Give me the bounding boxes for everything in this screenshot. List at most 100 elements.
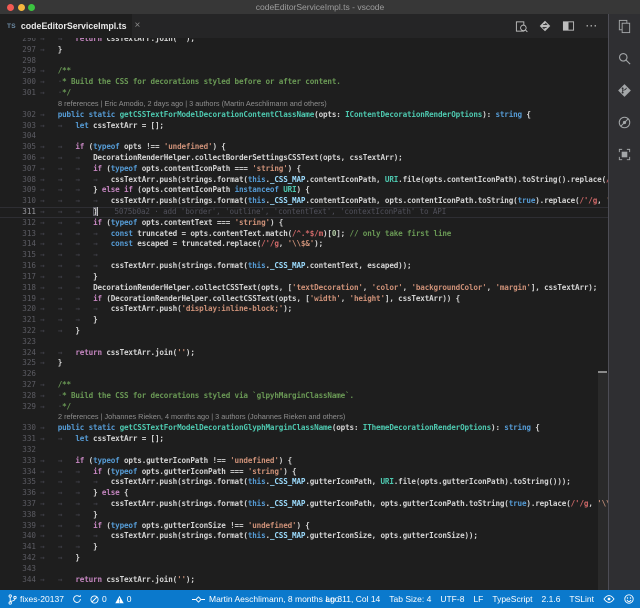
code-token: 'string' — [235, 218, 270, 227]
tab-whitespace-arrow: → — [40, 261, 58, 272]
tab-size[interactable]: Tab Size: 4 — [389, 594, 431, 604]
code-token: } — [93, 315, 97, 324]
code-line: →→let cssTextArr = []; — [36, 121, 164, 132]
tab-bar: TS codeEditorServiceImpl.ts × ··· — [0, 14, 608, 38]
code-row: 338→→→} — [0, 510, 608, 521]
code-line: →·*/ — [36, 402, 71, 413]
code-row: 321→→→} — [0, 315, 608, 326]
eye-icon[interactable] — [603, 595, 615, 603]
code-row: 330→public static getCSSTextForModelDeco… — [0, 423, 608, 434]
codelens-text[interactable]: 8 references | Eric Amodio, 2 days ago |… — [36, 99, 327, 110]
tab-whitespace-arrow: → — [40, 531, 58, 542]
code-line: →→→if (typeof opts.gutterIconSize !== 'u… — [36, 521, 310, 532]
split-editor-icon[interactable] — [562, 20, 575, 32]
tab-whitespace-arrow: → — [58, 164, 76, 175]
line-number: 310 — [0, 196, 36, 207]
code-line: →→return cssTextArr.join(''); — [36, 575, 195, 586]
code-token: 'string' — [252, 164, 287, 173]
code-token: (DecorationRenderHelper.collectCSSText(o… — [102, 294, 310, 303]
line-number: 306 — [0, 153, 36, 164]
more-actions-icon[interactable]: ··· — [586, 23, 598, 29]
tab-whitespace-arrow: → — [75, 294, 93, 305]
tab-whitespace-arrow: → — [40, 553, 58, 564]
code-line — [36, 337, 40, 348]
feedback-smiley-icon[interactable] — [624, 594, 634, 604]
line-number: 324 — [0, 348, 36, 359]
tab-whitespace-arrow: → — [40, 110, 58, 121]
code-token: // only take first line — [350, 229, 452, 238]
code-token: /'/g — [579, 196, 597, 205]
code-token: cssTextArr.push(strings.format( — [111, 477, 248, 486]
line-number: 296 — [0, 38, 36, 45]
code-line: →→→→const escaped = truncated.replace(/'… — [36, 239, 323, 250]
code-token: typeof — [111, 218, 138, 227]
scrollbar-thumb[interactable] — [598, 373, 608, 590]
editor-scrollbar[interactable] — [598, 38, 608, 590]
tab-whitespace-arrow: → — [40, 45, 58, 56]
code-token: getCSSTextForModelDecorationContentClass… — [120, 110, 315, 119]
open-preview-icon[interactable] — [515, 20, 528, 33]
code-token: cssTextArr.push(strings.format( — [111, 531, 248, 540]
linter[interactable]: TSLint — [569, 594, 594, 604]
code-token: ); — [314, 239, 323, 248]
code-line: →public static getCSSTextForModelDecorat… — [36, 110, 531, 121]
blame-item[interactable]: Martin Aeschlimann, 8 months ago — [192, 594, 339, 604]
code-row: 329→·*/ — [0, 402, 608, 413]
warning-icon — [115, 595, 124, 604]
code-token: opts.gutterIconPath === — [137, 467, 248, 476]
zoom-window-button[interactable] — [28, 4, 35, 11]
sync-icon[interactable] — [72, 594, 82, 604]
line-number: 318 — [0, 283, 36, 294]
code-token: truncated = opts.contentText.match( — [133, 229, 292, 238]
code-token: } — [58, 358, 62, 367]
code-token: cssTextArr = []; — [89, 121, 164, 130]
tab-whitespace-arrow: → — [75, 283, 93, 294]
line-number: 307 — [0, 164, 36, 175]
code-token: _CSS_MAP — [270, 261, 305, 270]
line-number: 325 — [0, 358, 36, 369]
code-editor[interactable]: 296→→return cssTextArr.join('');297→}298… — [0, 38, 608, 590]
code-token: ); — [283, 304, 292, 313]
tab-whitespace-arrow: → — [40, 218, 58, 229]
errors-item[interactable]: 0 — [90, 594, 107, 604]
tab-whitespace-arrow: → — [75, 250, 93, 261]
open-changes-icon[interactable] — [539, 20, 551, 32]
git-branch-item[interactable]: fixes-20137 — [8, 594, 64, 605]
tab-whitespace-arrow: → — [40, 185, 58, 196]
eol[interactable]: LF — [473, 594, 483, 604]
debug-icon[interactable] — [617, 114, 633, 130]
code-line: →/** — [36, 380, 71, 391]
code-token: ( — [84, 456, 93, 465]
code-token: (opts: — [332, 423, 363, 432]
ts-version[interactable]: 2.1.6 — [542, 594, 561, 604]
encoding[interactable]: UTF-8 — [440, 594, 464, 604]
code-token: string — [495, 110, 522, 119]
search-icon[interactable] — [617, 50, 633, 66]
codelens-text[interactable]: 2 references | Johannes Rieken, 4 months… — [36, 412, 345, 423]
blame-annotation: 5075b0a2 · add 'border', 'outline', 'con… — [114, 207, 446, 216]
source-control-icon[interactable] — [617, 82, 633, 98]
minimize-window-button[interactable] — [18, 4, 25, 11]
tab-whitespace-arrow: → — [58, 542, 76, 553]
tab-whitespace-arrow: → — [75, 488, 93, 499]
explorer-icon[interactable] — [617, 18, 633, 34]
tab-codeEditorServiceImpl[interactable]: TS codeEditorServiceImpl.ts × — [0, 14, 132, 38]
code-line: →→} — [36, 553, 80, 564]
line-number: 297 — [0, 45, 36, 56]
code-token: (opts.contentIconPath — [133, 185, 235, 194]
tab-whitespace-arrow: → — [40, 488, 58, 499]
warnings-item[interactable]: 0 — [115, 594, 132, 604]
code-token: 'backgroundColor' — [411, 283, 486, 292]
code-token: cssTextArr.push(strings.format( — [111, 499, 248, 508]
code-token: ( — [102, 467, 111, 476]
extensions-icon[interactable] — [617, 146, 633, 162]
line-number: 328 — [0, 391, 36, 402]
code-row: 310→→→→cssTextArr.push(strings.format(th… — [0, 196, 608, 207]
language-mode[interactable]: TypeScript — [492, 594, 532, 604]
tab-whitespace-arrow: → — [93, 304, 111, 315]
close-window-button[interactable] — [7, 4, 14, 11]
code-token: ) { — [279, 456, 292, 465]
tab-whitespace-arrow: → — [58, 229, 76, 240]
close-tab-icon[interactable]: × — [135, 21, 141, 31]
code-token: ( — [102, 521, 111, 530]
